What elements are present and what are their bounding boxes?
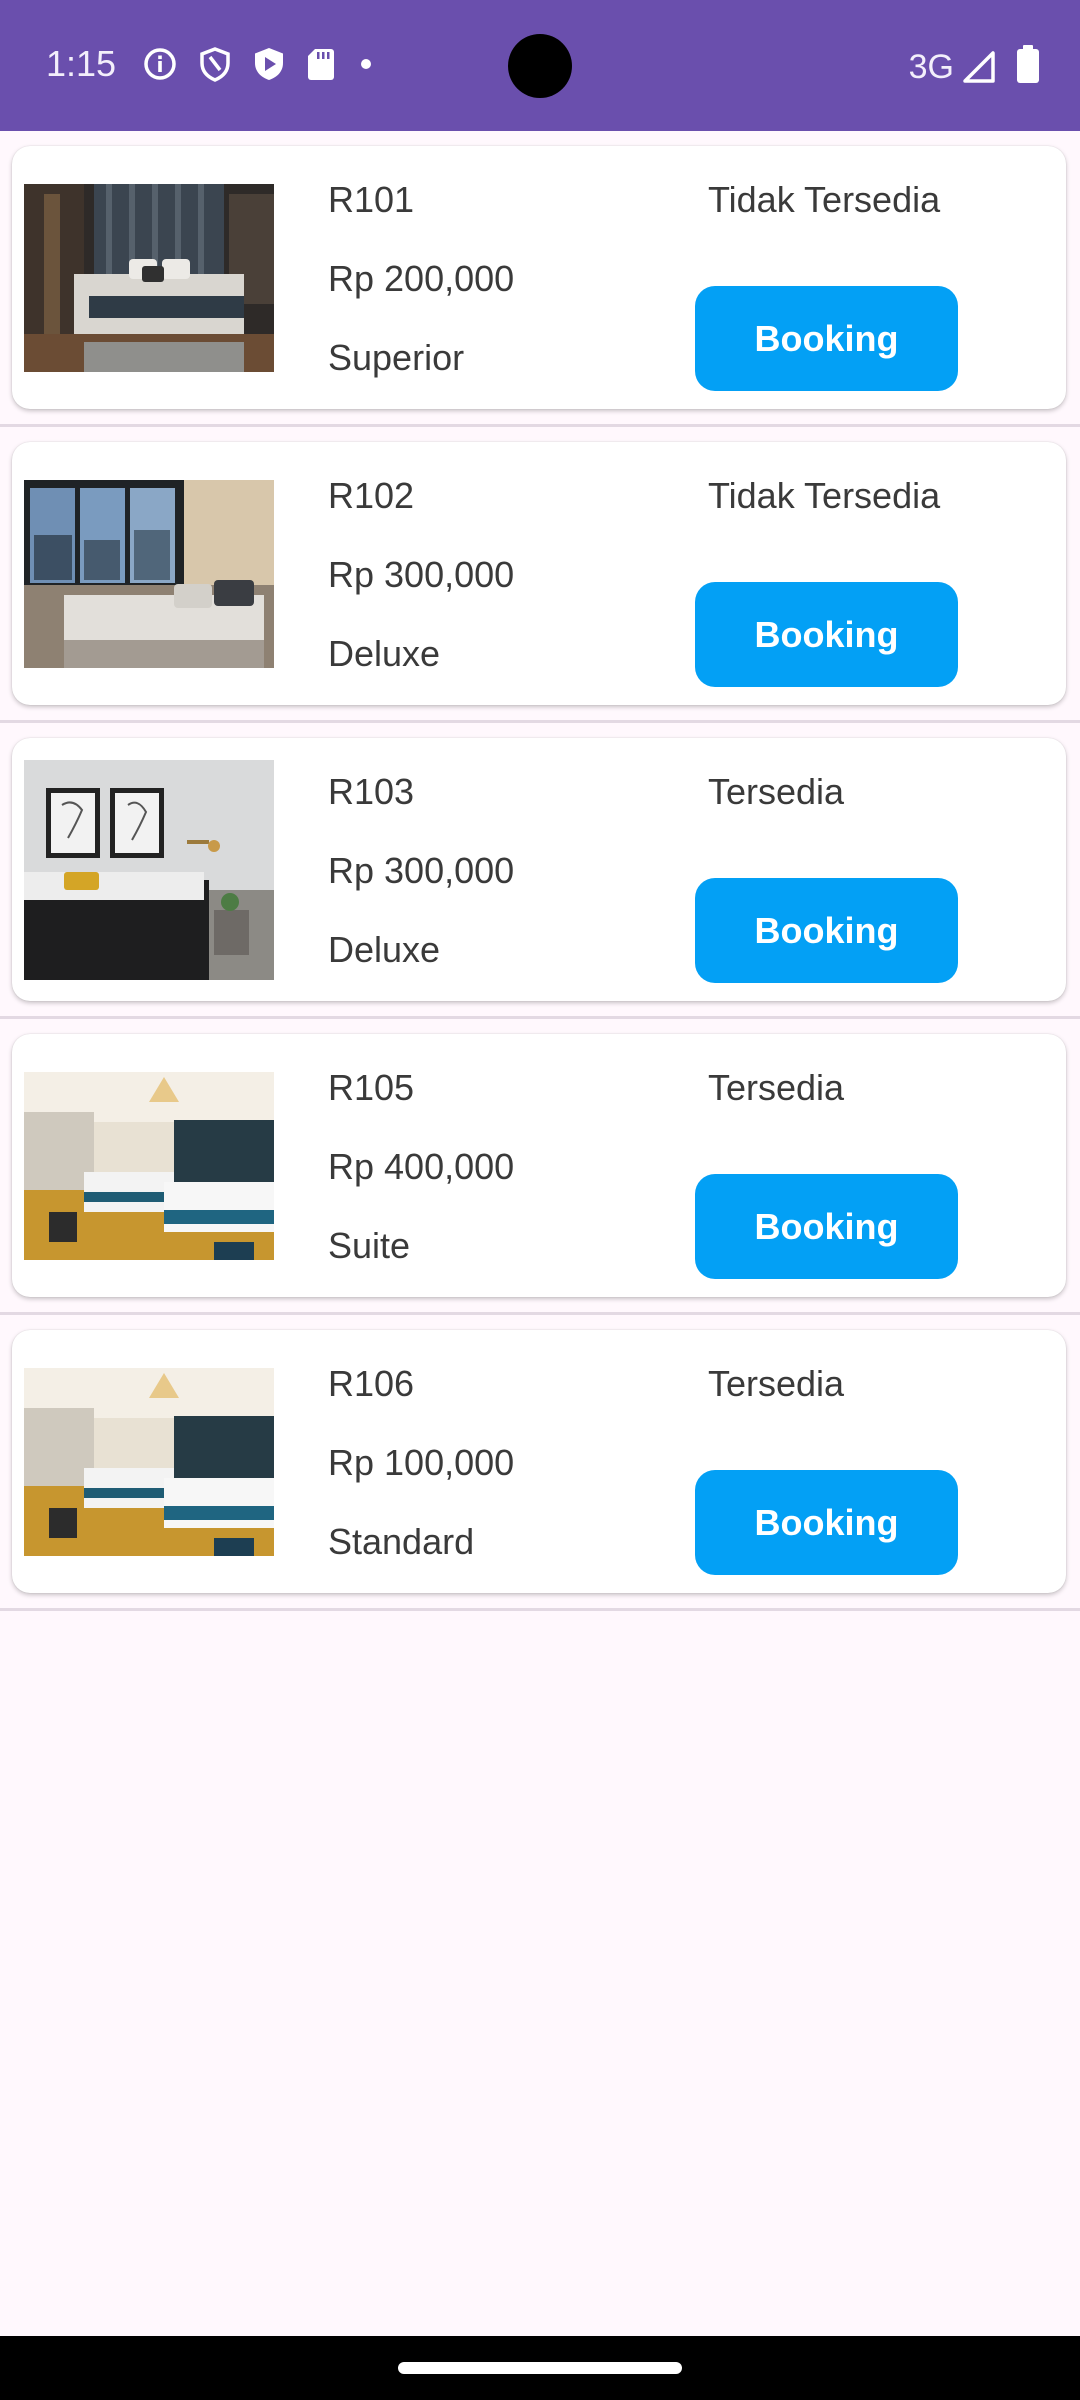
sd-card-icon [306, 46, 336, 82]
room-number: R103 [328, 771, 415, 812]
booking-button[interactable]: Booking [695, 1174, 958, 1279]
play-protect-icon [252, 46, 286, 82]
room-price: Rp 300,000 [328, 850, 515, 891]
room-type: Superior [328, 337, 465, 378]
room-photo [24, 760, 274, 980]
status-bar: 1:15 3G [0, 0, 1080, 131]
navigation-bar [0, 2336, 1080, 2400]
room-status: Tersedia [708, 771, 845, 812]
battery-icon [1016, 44, 1040, 89]
system-status-icons: 3G [909, 44, 1040, 89]
room-list-item: R106 Rp 100,000 Standard Tersedia Bookin… [0, 1315, 1080, 1611]
room-card[interactable]: R103 Rp 300,000 Deluxe Tersedia Booking [12, 738, 1066, 1001]
room-list-item: R105 Rp 400,000 Suite Tersedia Booking [0, 1019, 1080, 1315]
room-photo [24, 1368, 274, 1556]
room-price: Rp 100,000 [328, 1442, 515, 1483]
room-status: Tidak Tersedia [708, 475, 941, 516]
room-price: Rp 400,000 [328, 1146, 515, 1187]
room-status: Tidak Tersedia [708, 179, 941, 220]
room-list[interactable]: R101 Rp 200,000 Superior Tidak Tersedia … [0, 131, 1080, 1611]
room-card[interactable]: R102 Rp 300,000 Deluxe Tidak Tersedia Bo… [12, 442, 1066, 705]
room-card[interactable]: R105 Rp 400,000 Suite Tersedia Booking [12, 1034, 1066, 1297]
room-number: R101 [328, 179, 415, 220]
room-card[interactable]: R101 Rp 200,000 Superior Tidak Tersedia … [12, 146, 1066, 409]
room-status: Tersedia [708, 1067, 845, 1108]
room-number: R102 [328, 475, 415, 516]
signal-icon [962, 50, 996, 84]
shield-icon [198, 46, 232, 82]
room-type: Standard [328, 1521, 475, 1562]
room-price: Rp 200,000 [328, 258, 515, 299]
booking-button[interactable]: Booking [695, 582, 958, 687]
camera-cutout [508, 34, 572, 98]
room-status: Tersedia [708, 1363, 845, 1404]
dot-icon [356, 46, 376, 82]
status-time: 1:15 [46, 43, 117, 84]
room-list-item: R102 Rp 300,000 Deluxe Tidak Tersedia Bo… [0, 427, 1080, 723]
notification-icons [142, 46, 396, 82]
room-card[interactable]: R106 Rp 100,000 Standard Tersedia Bookin… [12, 1330, 1066, 1593]
network-type: 3G [908, 47, 954, 86]
home-gesture-handle[interactable] [398, 2362, 682, 2374]
room-price: Rp 300,000 [328, 554, 515, 595]
room-number: R105 [328, 1067, 415, 1108]
room-list-item: R103 Rp 300,000 Deluxe Tersedia Booking [0, 723, 1080, 1019]
room-photo [24, 480, 274, 668]
booking-button[interactable]: Booking [695, 1470, 958, 1575]
room-type: Suite [328, 1225, 411, 1266]
booking-button[interactable]: Booking [695, 286, 958, 391]
room-type: Deluxe [328, 929, 441, 970]
room-number: R106 [328, 1363, 415, 1404]
info-icon [142, 46, 178, 82]
room-type: Deluxe [328, 633, 441, 674]
booking-button[interactable]: Booking [695, 878, 958, 983]
room-photo [24, 1072, 274, 1260]
room-list-item: R101 Rp 200,000 Superior Tidak Tersedia … [0, 131, 1080, 427]
room-photo [24, 184, 274, 372]
